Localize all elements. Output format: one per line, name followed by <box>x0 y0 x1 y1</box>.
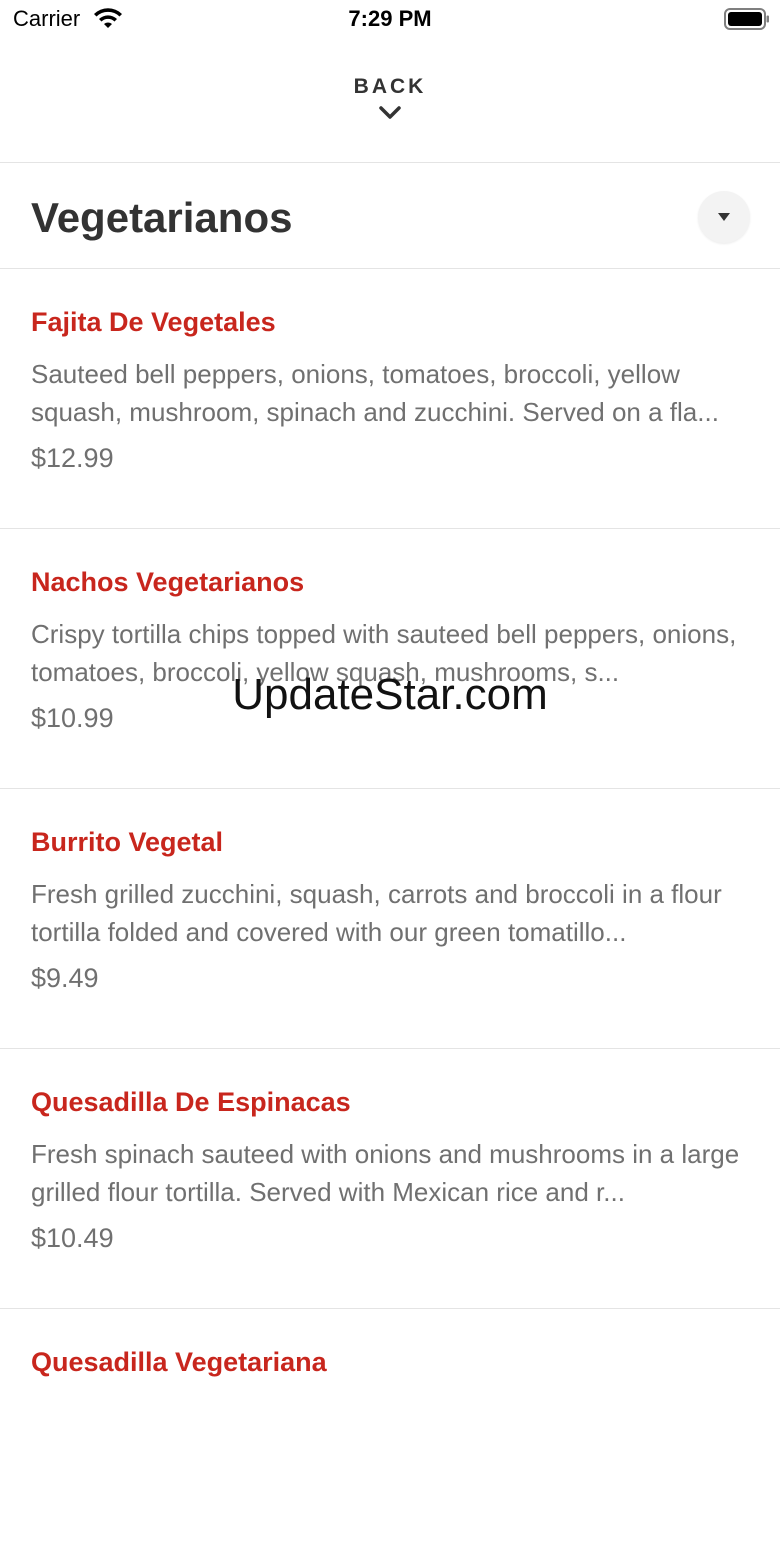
battery-icon <box>724 8 769 30</box>
menu-item-name: Fajita De Vegetales <box>31 307 276 337</box>
menu-item-price: $12.99 <box>31 443 114 473</box>
menu-item-price: $10.49 <box>31 1223 114 1253</box>
menu-item-name: Nachos Vegetarianos <box>31 567 305 597</box>
menu-list: Fajita De Vegetales Sauteed bell peppers… <box>0 269 780 1568</box>
header-divider <box>0 162 780 163</box>
status-bar: Carrier 7:29 PM <box>0 0 780 40</box>
menu-item-price: $10.99 <box>31 703 114 733</box>
menu-item[interactable]: Fajita De Vegetales Sauteed bell peppers… <box>0 269 780 529</box>
section-dropdown-button[interactable] <box>698 191 750 243</box>
caret-down-icon <box>718 213 730 221</box>
menu-item-name: Quesadilla Vegetariana <box>31 1347 327 1377</box>
back-label: BACK <box>353 75 427 98</box>
menu-item-description: Crispy tortilla chips topped with sautee… <box>31 619 737 687</box>
section-header: Vegetarianos <box>0 164 780 268</box>
menu-item-description: Fresh grilled zucchini, squash, carrots … <box>31 879 722 947</box>
menu-item[interactable]: Nachos Vegetarianos Crispy tortilla chip… <box>0 529 780 789</box>
status-time: 7:29 PM <box>348 6 432 31</box>
menu-item-name: Quesadilla De Espinacas <box>31 1087 351 1117</box>
menu-item-description: Sauteed bell peppers, onions, tomatoes, … <box>31 359 719 427</box>
menu-item[interactable]: Quesadilla De Espinacas Fresh spinach sa… <box>0 1049 780 1309</box>
menu-item[interactable]: Quesadilla Vegetariana <box>0 1309 780 1568</box>
back-button[interactable]: BACK <box>0 70 780 140</box>
menu-item-name: Burrito Vegetal <box>31 827 224 857</box>
section-title: Vegetarianos <box>31 194 293 241</box>
chevron-down-icon <box>379 106 401 119</box>
menu-item-description: Fresh spinach sauteed with onions and mu… <box>31 1139 740 1207</box>
menu-item[interactable]: Burrito Vegetal Fresh grilled zucchini, … <box>0 789 780 1049</box>
menu-item-price: $9.49 <box>31 963 99 993</box>
